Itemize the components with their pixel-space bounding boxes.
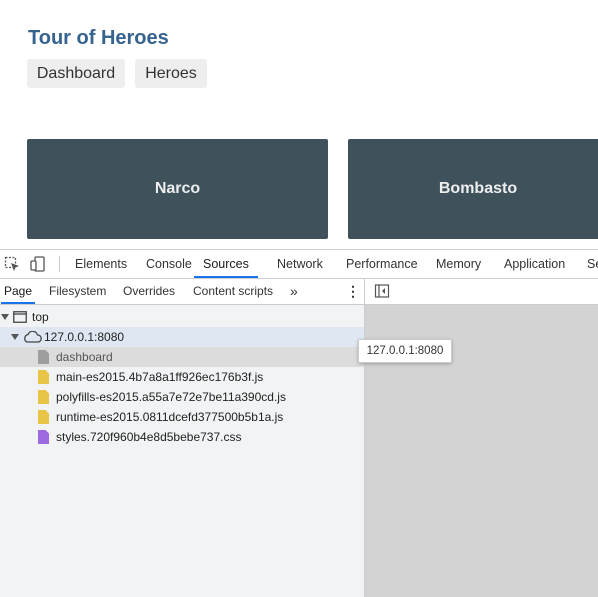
hero-name: Narco [154,180,201,197]
expand-arrow-icon[interactable] [1,314,9,320]
navigator-tabs: Page Filesystem Overrides Content script… [0,279,364,305]
tab-sources[interactable]: Sources [194,250,258,278]
app-title: Tour of Heroes [28,27,169,49]
tab-network[interactable]: Network [277,250,323,278]
tree-item-file[interactable]: main-es2015.4b7a8a1ff926ec176b3f.js [0,367,364,387]
tree-item-label: polyfills-es2015.a55a7e72e7be11a390cd.js [56,390,286,404]
tree-item-label: styles.720f960b4e8d5bebe737.css [56,430,242,444]
nav-heroes-button[interactable]: Heroes [135,59,207,88]
inspect-element-icon[interactable] [4,256,20,272]
expand-arrow-icon[interactable] [11,334,19,340]
subtab-overrides[interactable]: Overrides [123,279,175,304]
tree-item-label: runtime-es2015.0811dcefd377500b5b1a.js [56,410,284,424]
nav-dashboard-button[interactable]: Dashboard [27,59,125,88]
tab-console[interactable]: Console [146,250,192,278]
tree-item-label: dashboard [56,350,113,364]
host-tooltip: 127.0.0.1:8080 [358,339,452,363]
file-navigator: top 127.0.0.1:8080 dashboard main-es2015… [0,305,364,597]
more-tabs-icon[interactable]: » [290,279,298,304]
subtab-filesystem[interactable]: Filesystem [49,279,106,304]
tab-security[interactable]: Se [587,250,598,278]
tree-item-file[interactable]: styles.720f960b4e8d5bebe737.css [0,427,364,447]
tab-performance[interactable]: Performance [346,250,418,278]
device-toggle-icon[interactable] [30,256,46,272]
script-file-icon [38,410,49,424]
cloud-icon [24,331,42,343]
editor-toolbar [365,279,598,305]
tab-elements[interactable]: Elements [75,250,127,278]
tab-application[interactable]: Application [504,250,565,278]
tree-item-top[interactable]: top [0,307,364,327]
tab-memory[interactable]: Memory [436,250,481,278]
tree-item-label: top [32,310,49,324]
devtools-panel: Elements Console Sources Network Perform… [0,249,598,597]
hero-name: Bombasto [438,180,518,197]
tree-item-file[interactable]: dashboard [0,347,364,367]
tree-item-host[interactable]: 127.0.0.1:8080 [0,327,364,347]
hero-card-bombasto[interactable]: Bombasto [348,139,598,239]
tree-item-file[interactable]: runtime-es2015.0811dcefd377500b5b1a.js [0,407,364,427]
toolbar-separator [59,256,60,272]
subtab-page[interactable]: Page [1,279,36,304]
tree-item-label: main-es2015.4b7a8a1ff926ec176b3f.js [56,370,264,384]
devtools-toolbar: Elements Console Sources Network Perform… [0,250,598,279]
toggle-navigator-icon[interactable] [374,283,390,299]
script-file-icon [38,370,49,384]
tree-item-file[interactable]: polyfills-es2015.a55a7e72e7be11a390cd.js [0,387,364,407]
script-file-icon [38,390,49,404]
tree-item-label: 127.0.0.1:8080 [44,330,125,344]
subtab-content-scripts[interactable]: Content scripts [193,279,273,304]
frame-icon [13,311,27,323]
hero-card-narco[interactable]: Narco [27,139,328,239]
stylesheet-file-icon [38,430,49,444]
document-file-icon [38,350,49,364]
navigator-menu-icon[interactable]: ⋮ [346,279,360,304]
